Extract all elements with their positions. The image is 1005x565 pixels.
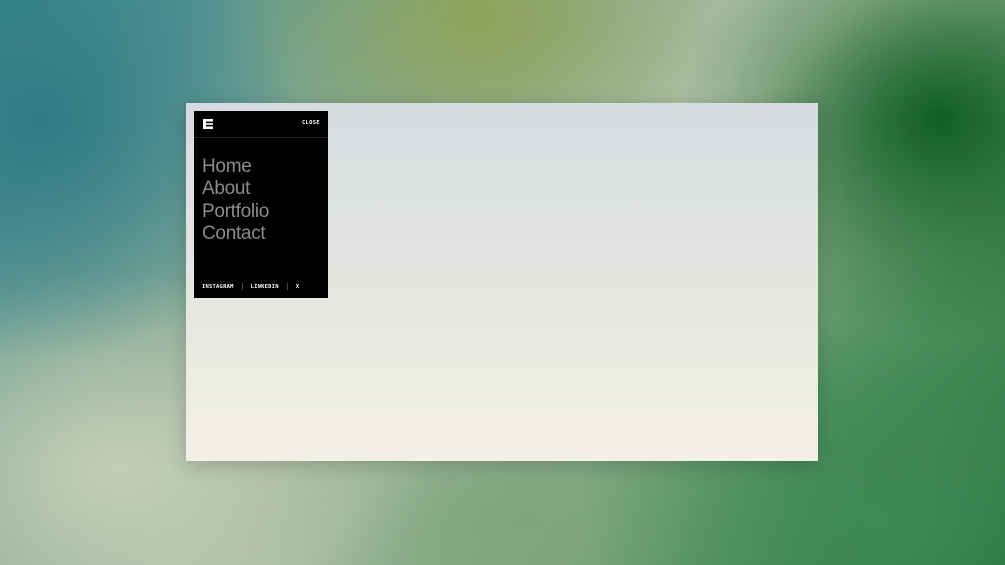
browser-window: CLOSE Home About Portfolio Contact INSTA…: [186, 103, 818, 461]
social-divider: [286, 283, 288, 290]
nav-item-contact[interactable]: Contact: [202, 223, 269, 245]
nav-item-home[interactable]: Home: [202, 156, 269, 178]
main-nav: Home About Portfolio Contact: [202, 156, 269, 245]
social-links: INSTAGRAM LINKEDIN X: [202, 283, 299, 290]
nav-item-about[interactable]: About: [202, 178, 269, 200]
social-link-x[interactable]: X: [296, 284, 300, 290]
navigation-menu-panel: CLOSE Home About Portfolio Contact INSTA…: [194, 111, 328, 298]
social-divider: [241, 283, 243, 290]
brand-logo-icon[interactable]: [203, 119, 213, 129]
nav-item-portfolio[interactable]: Portfolio: [202, 201, 269, 223]
close-button[interactable]: CLOSE: [302, 120, 320, 126]
social-link-linkedin[interactable]: LINKEDIN: [251, 284, 279, 290]
social-link-instagram[interactable]: INSTAGRAM: [202, 284, 234, 290]
menu-header: CLOSE: [194, 111, 328, 138]
